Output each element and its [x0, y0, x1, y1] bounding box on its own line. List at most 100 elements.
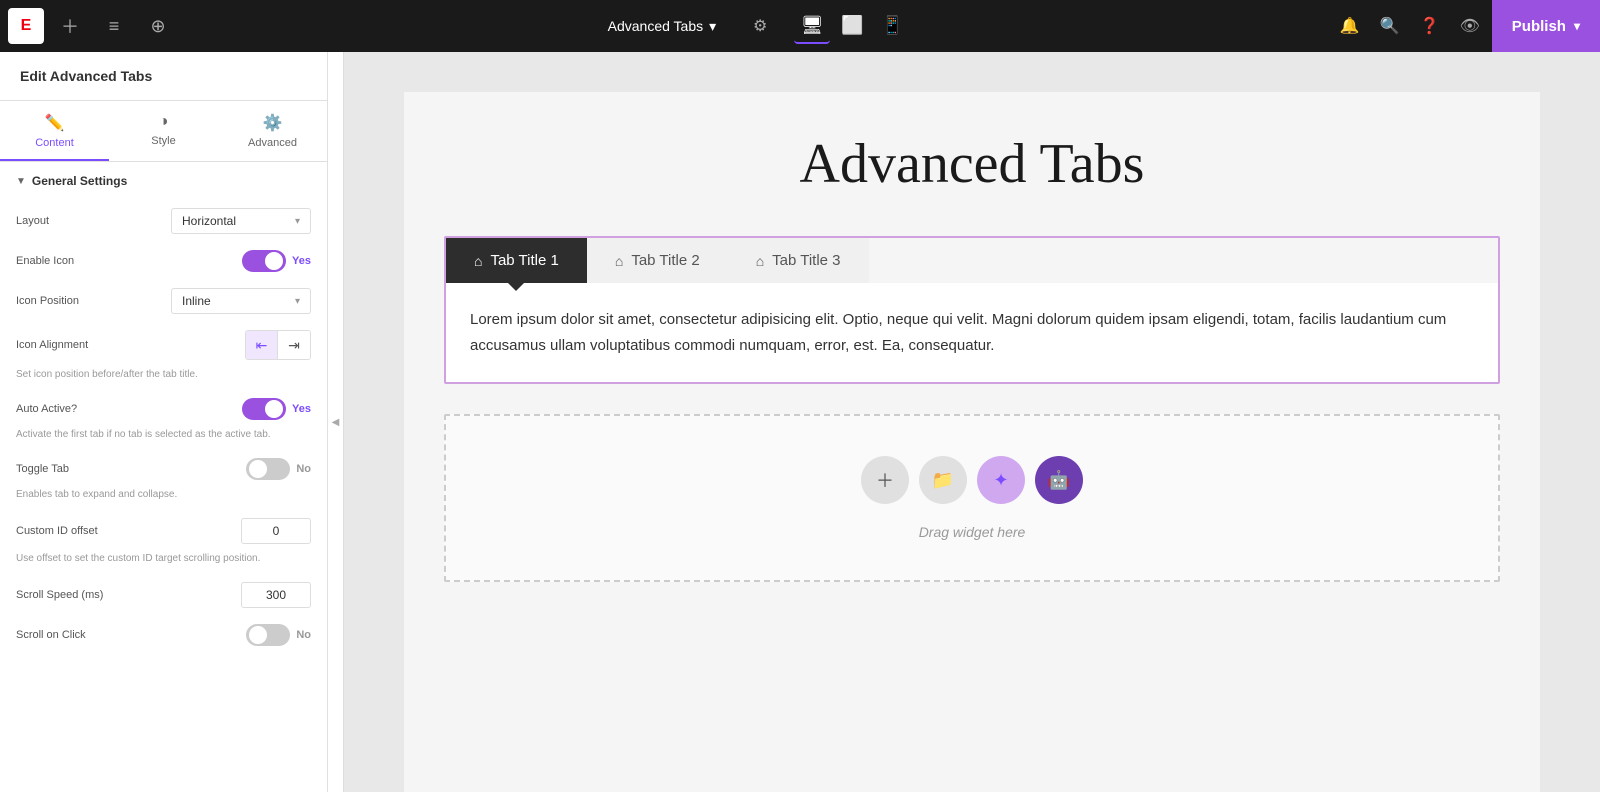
navigator-button[interactable]: ⊕: [140, 8, 176, 44]
canvas-inner: Advanced Tabs ⌂ Tab Title 1 ⌂ Tab Title …: [404, 92, 1540, 792]
icon-alignment-buttons: ⇤ ⇥: [245, 330, 311, 360]
custom-id-offset-label: Custom ID offset: [16, 525, 98, 537]
toggle-tab-toggle[interactable]: [246, 458, 290, 480]
auto-active-setting: Auto Active? Yes: [0, 390, 327, 428]
icon-position-dropdown[interactable]: Inline ▾: [171, 288, 311, 314]
scroll-speed-input[interactable]: [241, 582, 311, 608]
publish-button[interactable]: Publish ▾: [1492, 0, 1600, 52]
sparkle-icon: ✦: [993, 470, 1008, 491]
toggle-tab-setting: Toggle Tab No: [0, 450, 327, 488]
tab-content-text: Lorem ipsum dolor sit amet, consectetur …: [470, 307, 1474, 358]
icon-position-value: Inline: [182, 294, 211, 308]
main-content: Edit Advanced Tabs ✏️ Content ◑ Style ⚙️…: [0, 52, 1600, 792]
canvas-title: Advanced Tabs: [444, 132, 1500, 196]
toggle-tab-label: Toggle Tab: [16, 463, 69, 475]
auto-active-toggle-label: Yes: [292, 403, 311, 415]
home-icon-1: ⌂: [474, 253, 482, 269]
add-widget-button[interactable]: ＋: [861, 456, 909, 504]
desktop-device-button[interactable]: 🖥: [794, 8, 830, 44]
add-element-button[interactable]: ＋: [52, 8, 88, 44]
help-button[interactable]: ❓: [1412, 8, 1448, 44]
tab-title-3: Tab Title 3: [772, 252, 840, 269]
scroll-on-click-toggle-label: No: [296, 629, 311, 641]
help-icon: ❓: [1420, 16, 1440, 36]
auto-active-hint: Activate the first tab if no tab is sele…: [0, 428, 327, 450]
home-icon-3: ⌂: [756, 253, 764, 269]
folder-icon: 📁: [932, 470, 954, 491]
custom-id-offset-setting: Custom ID offset: [0, 510, 327, 552]
toggle-knob: [265, 252, 283, 270]
device-switcher: 🖥 ⬜ 📱: [794, 8, 910, 44]
bell-icon: 🔔: [1340, 16, 1360, 36]
drag-icons-row: ＋ 📁 ✦ 🤖: [861, 456, 1083, 504]
settings-button[interactable]: ⚙: [742, 8, 778, 44]
drag-widget-area[interactable]: ＋ 📁 ✦ 🤖 Drag widget here: [444, 414, 1500, 582]
toggle-knob3: [249, 460, 267, 478]
tab-content-area: Lorem ipsum dolor sit amet, consectetur …: [446, 283, 1498, 382]
mobile-device-button[interactable]: 📱: [874, 8, 910, 44]
pencil-icon: ✏️: [45, 113, 65, 133]
page-title: Advanced Tabs: [608, 18, 703, 34]
layout-dropdown[interactable]: Horizontal ▾: [171, 208, 311, 234]
eye-icon: 👁: [1460, 16, 1480, 36]
scroll-speed-setting: Scroll Speed (ms): [0, 574, 327, 616]
dropdown-caret2-icon: ▾: [295, 296, 300, 307]
auto-active-toggle[interactable]: [242, 398, 286, 420]
toggle-tab-hint: Enables tab to expand and collapse.: [0, 488, 327, 510]
canvas-area: Advanced Tabs ⌂ Tab Title 1 ⌂ Tab Title …: [344, 52, 1600, 792]
search-button[interactable]: 🔍: [1372, 8, 1408, 44]
tab-button-2[interactable]: ⌂ Tab Title 2: [587, 238, 728, 283]
scroll-on-click-setting: Scroll on Click No: [0, 616, 327, 654]
tab-style-label: Style: [151, 135, 175, 147]
gear-small-icon: ⚙️: [263, 113, 283, 133]
notifications-button[interactable]: 🔔: [1332, 8, 1368, 44]
scroll-on-click-toggle[interactable]: [246, 624, 290, 646]
custom-id-offset-input[interactable]: [241, 518, 311, 544]
sidebar-settings: ▼ General Settings Layout Horizontal ▾ E…: [0, 162, 327, 674]
general-settings-header[interactable]: ▼ General Settings: [0, 162, 327, 200]
icon-position-setting: Icon Position Inline ▾: [0, 280, 327, 322]
plus-widget-icon: ＋: [876, 467, 894, 493]
publish-chevron-icon: ▾: [1574, 19, 1580, 33]
align-right-icon: ⇥: [288, 337, 300, 354]
sidebar-collapse-button[interactable]: ◀: [328, 52, 344, 792]
page-title-dropdown[interactable]: Advanced Tabs ▾: [598, 12, 727, 41]
folder-button[interactable]: 📁: [919, 456, 967, 504]
enable-icon-label: Enable Icon: [16, 255, 74, 267]
home-icon-2: ⌂: [615, 253, 623, 269]
chevron-down-icon: ▾: [709, 18, 716, 35]
section-arrow-icon: ▼: [16, 176, 26, 187]
align-after-button[interactable]: ⇥: [278, 331, 310, 359]
toggle-tab-toggle-label: No: [296, 463, 311, 475]
toggle-knob2: [265, 400, 283, 418]
magic-button[interactable]: ✦: [977, 456, 1025, 504]
tab-content[interactable]: ✏️ Content: [0, 101, 109, 161]
sidebar-title: Edit Advanced Tabs: [0, 52, 327, 101]
ai-button[interactable]: 🤖: [1035, 456, 1083, 504]
collapse-icon: ◀: [332, 417, 340, 428]
layout-value: Horizontal: [182, 214, 236, 228]
tab-button-1[interactable]: ⌂ Tab Title 1: [446, 238, 587, 283]
panel-toggle-button[interactable]: ≡: [96, 8, 132, 44]
icon-alignment-hint: Set icon position before/after the tab t…: [0, 368, 327, 390]
tab-advanced[interactable]: ⚙️ Advanced: [218, 101, 327, 161]
enable-icon-toggle[interactable]: [242, 250, 286, 272]
align-before-button[interactable]: ⇤: [246, 331, 278, 359]
scroll-on-click-label: Scroll on Click: [16, 629, 86, 641]
tab-button-3[interactable]: ⌂ Tab Title 3: [728, 238, 869, 283]
toggle-knob4: [249, 626, 267, 644]
dropdown-caret-icon: ▾: [295, 216, 300, 227]
tablet-device-button[interactable]: ⬜: [834, 8, 870, 44]
tabs-header: ⌂ Tab Title 1 ⌂ Tab Title 2 ⌂ Tab Title …: [446, 238, 1498, 283]
circle-half-icon: ◑: [159, 113, 169, 131]
layout-setting: Layout Horizontal ▾: [0, 200, 327, 242]
plus-icon: ＋: [61, 13, 79, 39]
preview-button[interactable]: 👁: [1452, 8, 1488, 44]
elementor-logo[interactable]: E: [8, 8, 44, 44]
tab-style[interactable]: ◑ Style: [109, 101, 218, 161]
topbar-left: E ＋ ≡ ⊕: [0, 8, 176, 44]
layers-icon: ⊕: [150, 16, 165, 37]
gear-icon: ⚙: [753, 16, 767, 36]
layout-label: Layout: [16, 215, 49, 227]
tab-title-2: Tab Title 2: [631, 252, 699, 269]
